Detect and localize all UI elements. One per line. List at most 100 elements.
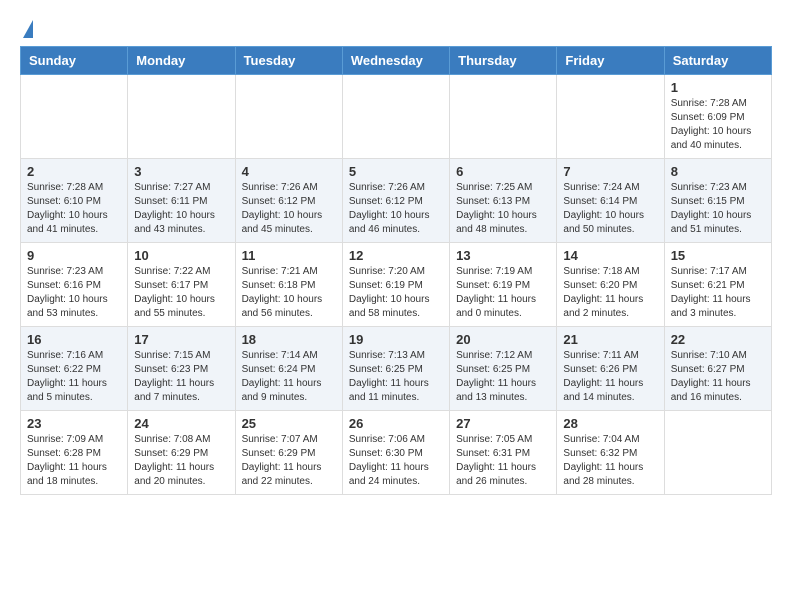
calendar-cell xyxy=(450,75,557,159)
calendar-cell: 5Sunrise: 7:26 AM Sunset: 6:12 PM Daylig… xyxy=(342,159,449,243)
day-info: Sunrise: 7:26 AM Sunset: 6:12 PM Dayligh… xyxy=(349,181,443,237)
logo-icon xyxy=(23,20,33,38)
page-header xyxy=(20,20,772,36)
day-info: Sunrise: 7:09 AM Sunset: 6:28 PM Dayligh… xyxy=(27,433,121,489)
day-number: 15 xyxy=(671,248,765,263)
calendar-cell: 14 Sunrise: 7:18 AM Sunset: 6:20 PM Dayli… xyxy=(557,243,664,327)
day-info: Sunrise: 7:07 AM Sunset: 6:29 PM Dayligh… xyxy=(242,433,336,489)
day-info: Sunrise: 7:28 AM Sunset: 6:09 PM Dayligh… xyxy=(671,97,765,153)
calendar-row-2: 2 Sunrise: 7:28 AM Sunset: 6:10 PM Daylig… xyxy=(21,159,772,243)
calendar-cell: 7Sunrise: 7:24 AM Sunset: 6:14 PM Daylig… xyxy=(557,159,664,243)
weekday-header-thursday: Thursday xyxy=(450,47,557,75)
calendar-cell: 6 Sunrise: 7:25 AM Sunset: 6:13 PM Daylig… xyxy=(450,159,557,243)
day-number: 12 xyxy=(349,248,443,263)
calendar-row-4: 16 Sunrise: 7:16 AM Sunset: 6:22 PM Dayli… xyxy=(21,327,772,411)
day-info: Sunrise: 7:17 AM Sunset: 6:21 PM Dayligh… xyxy=(671,265,765,321)
calendar-row-3: 9 Sunrise: 7:23 AM Sunset: 6:16 PM Daylig… xyxy=(21,243,772,327)
day-number: 16 xyxy=(27,332,121,347)
day-info: Sunrise: 7:12 AM Sunset: 6:25 PM Dayligh… xyxy=(456,349,550,405)
day-number: 2 xyxy=(27,164,121,179)
day-info: Sunrise: 7:22 AM Sunset: 6:17 PM Dayligh… xyxy=(134,265,228,321)
logo xyxy=(20,20,33,36)
day-info: Sunrise: 7:08 AM Sunset: 6:29 PM Dayligh… xyxy=(134,433,228,489)
day-info: Sunrise: 7:13 AM Sunset: 6:25 PM Dayligh… xyxy=(349,349,443,405)
day-number: 18 xyxy=(242,332,336,347)
day-number: 17 xyxy=(134,332,228,347)
day-number: 6 xyxy=(456,164,550,179)
day-number: 10 xyxy=(134,248,228,263)
day-number: 25 xyxy=(242,416,336,431)
weekday-header-wednesday: Wednesday xyxy=(342,47,449,75)
day-number: 4 xyxy=(242,164,336,179)
day-info: Sunrise: 7:27 AM Sunset: 6:11 PM Dayligh… xyxy=(134,181,228,237)
weekday-header-friday: Friday xyxy=(557,47,664,75)
calendar-cell: 8 Sunrise: 7:23 AM Sunset: 6:15 PM Daylig… xyxy=(664,159,771,243)
calendar-cell xyxy=(128,75,235,159)
day-number: 1 xyxy=(671,80,765,95)
calendar-cell: 9 Sunrise: 7:23 AM Sunset: 6:16 PM Daylig… xyxy=(21,243,128,327)
calendar-cell xyxy=(557,75,664,159)
day-number: 27 xyxy=(456,416,550,431)
day-info: Sunrise: 7:20 AM Sunset: 6:19 PM Dayligh… xyxy=(349,265,443,321)
weekday-header-sunday: Sunday xyxy=(21,47,128,75)
day-info: Sunrise: 7:16 AM Sunset: 6:22 PM Dayligh… xyxy=(27,349,121,405)
calendar-row-1: 1 Sunrise: 7:28 AM Sunset: 6:09 PM Daylig… xyxy=(21,75,772,159)
calendar-cell: 21Sunrise: 7:11 AM Sunset: 6:26 PM Dayli… xyxy=(557,327,664,411)
day-info: Sunrise: 7:04 AM Sunset: 6:32 PM Dayligh… xyxy=(563,433,657,489)
calendar-cell xyxy=(342,75,449,159)
calendar-cell: 2 Sunrise: 7:28 AM Sunset: 6:10 PM Daylig… xyxy=(21,159,128,243)
day-info: Sunrise: 7:05 AM Sunset: 6:31 PM Dayligh… xyxy=(456,433,550,489)
calendar-cell xyxy=(664,411,771,495)
calendar-row-5: 23 Sunrise: 7:09 AM Sunset: 6:28 PM Dayli… xyxy=(21,411,772,495)
day-info: Sunrise: 7:23 AM Sunset: 6:16 PM Dayligh… xyxy=(27,265,121,321)
calendar: SundayMondayTuesdayWednesdayThursdayFrid… xyxy=(20,46,772,495)
calendar-cell: 28 Sunrise: 7:04 AM Sunset: 6:32 PM Dayli… xyxy=(557,411,664,495)
day-info: Sunrise: 7:21 AM Sunset: 6:18 PM Dayligh… xyxy=(242,265,336,321)
day-number: 26 xyxy=(349,416,443,431)
day-number: 23 xyxy=(27,416,121,431)
calendar-cell: 11 Sunrise: 7:21 AM Sunset: 6:18 PM Dayli… xyxy=(235,243,342,327)
calendar-cell: 13 Sunrise: 7:19 AM Sunset: 6:19 PM Dayli… xyxy=(450,243,557,327)
calendar-cell: 15 Sunrise: 7:17 AM Sunset: 6:21 PM Dayli… xyxy=(664,243,771,327)
calendar-cell: 18 Sunrise: 7:14 AM Sunset: 6:24 PM Dayli… xyxy=(235,327,342,411)
calendar-cell xyxy=(21,75,128,159)
calendar-cell: 22 Sunrise: 7:10 AM Sunset: 6:27 PM Dayli… xyxy=(664,327,771,411)
day-number: 11 xyxy=(242,248,336,263)
calendar-cell: 27 Sunrise: 7:05 AM Sunset: 6:31 PM Dayli… xyxy=(450,411,557,495)
day-number: 20 xyxy=(456,332,550,347)
weekday-header-monday: Monday xyxy=(128,47,235,75)
day-number: 22 xyxy=(671,332,765,347)
weekday-header-saturday: Saturday xyxy=(664,47,771,75)
calendar-cell: 20 Sunrise: 7:12 AM Sunset: 6:25 PM Dayli… xyxy=(450,327,557,411)
day-number: 9 xyxy=(27,248,121,263)
day-number: 24 xyxy=(134,416,228,431)
day-number: 14 xyxy=(563,248,657,263)
calendar-cell: 26 Sunrise: 7:06 AM Sunset: 6:30 PM Dayli… xyxy=(342,411,449,495)
day-number: 21 xyxy=(563,332,657,347)
day-info: Sunrise: 7:10 AM Sunset: 6:27 PM Dayligh… xyxy=(671,349,765,405)
day-info: Sunrise: 7:14 AM Sunset: 6:24 PM Dayligh… xyxy=(242,349,336,405)
day-number: 28 xyxy=(563,416,657,431)
day-info: Sunrise: 7:28 AM Sunset: 6:10 PM Dayligh… xyxy=(27,181,121,237)
day-number: 3 xyxy=(134,164,228,179)
calendar-cell: 17 Sunrise: 7:15 AM Sunset: 6:23 PM Dayli… xyxy=(128,327,235,411)
day-number: 8 xyxy=(671,164,765,179)
calendar-cell: 24 Sunrise: 7:08 AM Sunset: 6:29 PM Dayli… xyxy=(128,411,235,495)
day-info: Sunrise: 7:26 AM Sunset: 6:12 PM Dayligh… xyxy=(242,181,336,237)
calendar-cell xyxy=(235,75,342,159)
calendar-cell: 23 Sunrise: 7:09 AM Sunset: 6:28 PM Dayli… xyxy=(21,411,128,495)
day-info: Sunrise: 7:19 AM Sunset: 6:19 PM Dayligh… xyxy=(456,265,550,321)
day-info: Sunrise: 7:06 AM Sunset: 6:30 PM Dayligh… xyxy=(349,433,443,489)
day-number: 13 xyxy=(456,248,550,263)
weekday-header-row: SundayMondayTuesdayWednesdayThursdayFrid… xyxy=(21,47,772,75)
day-info: Sunrise: 7:15 AM Sunset: 6:23 PM Dayligh… xyxy=(134,349,228,405)
calendar-cell: 3 Sunrise: 7:27 AM Sunset: 6:11 PM Daylig… xyxy=(128,159,235,243)
day-info: Sunrise: 7:23 AM Sunset: 6:15 PM Dayligh… xyxy=(671,181,765,237)
calendar-cell: 16 Sunrise: 7:16 AM Sunset: 6:22 PM Dayli… xyxy=(21,327,128,411)
calendar-cell: 12 Sunrise: 7:20 AM Sunset: 6:19 PM Dayli… xyxy=(342,243,449,327)
calendar-cell: 10 Sunrise: 7:22 AM Sunset: 6:17 PM Dayli… xyxy=(128,243,235,327)
day-number: 7 xyxy=(563,164,657,179)
day-info: Sunrise: 7:18 AM Sunset: 6:20 PM Dayligh… xyxy=(563,265,657,321)
calendar-cell: 25 Sunrise: 7:07 AM Sunset: 6:29 PM Dayli… xyxy=(235,411,342,495)
day-info: Sunrise: 7:25 AM Sunset: 6:13 PM Dayligh… xyxy=(456,181,550,237)
